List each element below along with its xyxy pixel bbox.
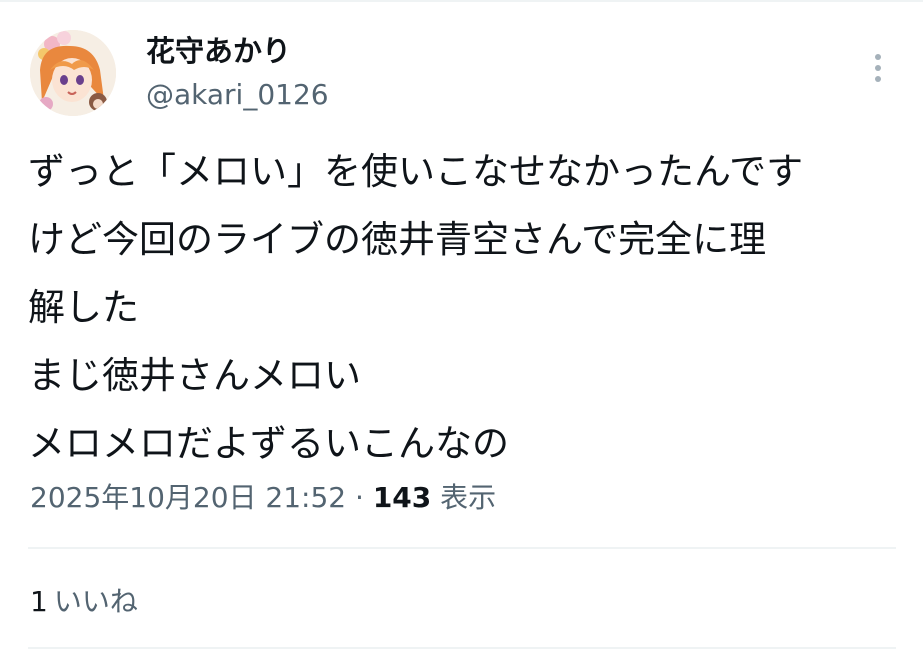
likes-label: いいね xyxy=(53,585,138,618)
views-count: 143 xyxy=(372,481,432,514)
more-options-button[interactable] xyxy=(862,48,894,88)
tweet-line: メロメロだよずるいこんなの xyxy=(28,422,509,465)
tweet-meta: 2025年10月20日 21:52 · 143 表示 xyxy=(30,478,496,518)
more-vertical-icon xyxy=(875,54,881,82)
tweet-line: けど今回のライブの徳井青空さんで完全に理 xyxy=(28,218,767,261)
timestamp[interactable]: 2025年10月20日 21:52 xyxy=(30,481,346,514)
tweet-line: ずっと「メロい」を使いこなせなかったんです xyxy=(28,150,804,193)
top-divider xyxy=(0,0,923,2)
likes-count: 1 xyxy=(30,585,48,618)
likes-link[interactable]: 1 いいね xyxy=(30,582,138,622)
tweet-line: 解した xyxy=(28,286,139,329)
views-label: 表示 xyxy=(431,481,497,514)
tweet-text: ずっと「メロい」を使いこなせなかったんです けど今回のライブの徳井青空さんで完全… xyxy=(28,138,908,478)
meta-separator: · xyxy=(346,481,373,514)
divider xyxy=(28,547,896,549)
avatar[interactable] xyxy=(30,30,116,116)
tweet-line: まじ徳井さんメロい xyxy=(28,354,361,397)
user-handle[interactable]: @akari_0126 xyxy=(146,78,329,112)
display-name[interactable]: 花守あかり xyxy=(146,33,291,69)
